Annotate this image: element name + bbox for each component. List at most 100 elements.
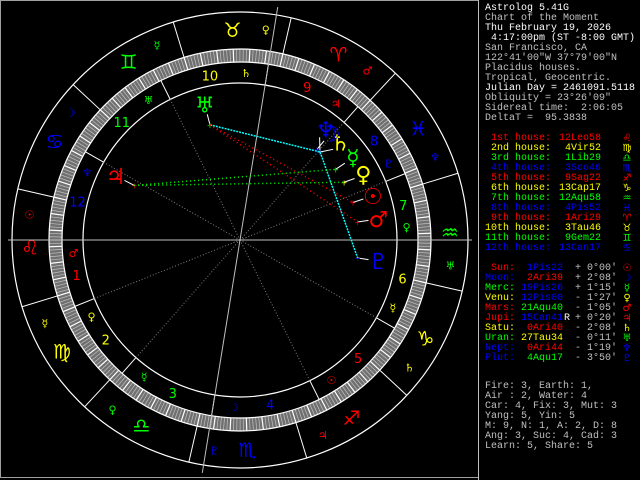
house-cusp-line xyxy=(85,152,103,162)
planet-exact-marker: + xyxy=(354,254,361,263)
delta-t: DeltaT = 95.3838 xyxy=(485,114,587,124)
info-panel: Astrolog 5.41G Chart of the Moment Thu F… xyxy=(478,0,640,480)
planet-exact-marker: + xyxy=(350,198,357,207)
planet-row-pluto: Plut: 4Aqu17 - 3°50' ♇ xyxy=(479,354,639,364)
chart-wheel[interactable]: ♈♂♉♀♊☿♋☽♌☉♍☿♎♀♏♇♐♃♑♄♒♅♓♆1♂2♀3☿4☽5☉6☿7♀8♇… xyxy=(0,0,478,480)
house-cusp-line xyxy=(310,381,319,400)
planet-exact-marker: + xyxy=(314,145,321,154)
moon-icon: ☽ xyxy=(321,122,341,147)
aspect-line-trine xyxy=(134,182,344,185)
sign-1-icon: ♉ xyxy=(224,18,242,42)
house-ruler-icon: ♆ xyxy=(82,167,92,180)
house-cusp-ray xyxy=(94,240,240,299)
house-cusp-ray xyxy=(136,240,240,358)
sign-ruler-icon: ☿ xyxy=(42,317,49,330)
house-number: 12 xyxy=(69,195,86,210)
house-ruler-icon: ♄ xyxy=(241,67,251,80)
pluto-icon: ♇ xyxy=(369,250,389,275)
sign-glyph-icon: ♋ xyxy=(621,244,633,254)
sign-boundary xyxy=(73,85,100,110)
degree-tick xyxy=(249,49,250,62)
house-number: 4 xyxy=(266,398,274,413)
house-ruler-icon: ☽ xyxy=(229,401,239,414)
sign-3-icon: ♋ xyxy=(46,130,64,154)
sign-boundary xyxy=(380,370,407,395)
sign-10-icon: ♒ xyxy=(441,221,459,245)
sign-boundary xyxy=(85,380,110,407)
house-number: 11 xyxy=(114,116,131,131)
degree-tick xyxy=(49,230,62,231)
planet-position: 4Aqu17 xyxy=(521,354,563,364)
sign-7-icon: ♏ xyxy=(238,438,256,462)
house-number: 9 xyxy=(303,81,311,96)
sign-boundary xyxy=(370,73,395,100)
house-cusp-ray xyxy=(170,99,240,240)
house-ruler-icon: ♂ xyxy=(69,247,79,260)
house-ruler-icon: ♀ xyxy=(87,310,95,323)
sign-ruler-icon: ♅ xyxy=(445,260,455,273)
sign-ruler-icon: ♂ xyxy=(363,65,373,78)
house-number: 8 xyxy=(370,135,378,150)
planet-latitude: - 3°50' xyxy=(575,354,617,364)
sign-boundary xyxy=(423,173,458,184)
sign-boundary xyxy=(296,423,307,458)
sign-6-icon: ♎ xyxy=(133,413,151,437)
sign-ruler-icon: ♆ xyxy=(430,151,440,164)
house-number: 3 xyxy=(169,387,177,402)
sign-ruler-icon: ♇ xyxy=(209,444,219,457)
house-cusp-line xyxy=(386,174,405,182)
house-ruler-icon: ♃ xyxy=(331,97,341,110)
sign-ruler-icon: ☿ xyxy=(154,39,161,52)
planet-exact-marker: + xyxy=(131,181,138,190)
sign-ruler-icon: ♀ xyxy=(108,403,116,416)
planet-name: Plut: xyxy=(485,354,515,364)
house-label: 12th house: xyxy=(485,244,551,254)
mars-icon: ♂ xyxy=(369,208,389,233)
house-ruler-icon: ♀ xyxy=(402,221,410,234)
sign-2-icon: ♊ xyxy=(120,50,138,74)
planet-exact-marker: + xyxy=(332,165,339,174)
sign-0-icon: ♈ xyxy=(330,43,348,67)
degree-tick xyxy=(418,249,431,250)
degree-tick xyxy=(230,418,231,431)
house-ruler-icon: ☿ xyxy=(389,301,396,314)
sign-boundary xyxy=(173,22,184,57)
sign-ruler-icon: ♃ xyxy=(318,429,328,442)
sign-4-icon: ♌ xyxy=(21,235,39,259)
astrolog-window: ♈♂♉♀♊☿♋☽♌☉♍☿♎♀♏♇♐♃♑♄♒♅♓♆1♂2♀3☿4☽5☉6☿7♀8♇… xyxy=(0,0,640,480)
sign-ruler-icon: ♀ xyxy=(262,24,270,37)
sign-boundary xyxy=(426,283,462,291)
house-number: 6 xyxy=(398,273,406,288)
aspect-line-sextile xyxy=(210,125,320,152)
house-number: 7 xyxy=(399,199,407,214)
house-number: 1 xyxy=(73,269,81,284)
planet-exact-marker: + xyxy=(354,218,361,227)
house-cusp-value: 13Can17 xyxy=(551,244,601,254)
sign-boundary xyxy=(283,18,291,54)
house-cusp-ray xyxy=(240,240,310,381)
sign-5-icon: ♍ xyxy=(53,339,71,363)
jupiter-icon: ♃ xyxy=(106,165,126,190)
sign-ruler-icon: ☽ xyxy=(66,107,76,120)
sign-8-icon: ♐ xyxy=(342,406,360,430)
planet-exact-marker: + xyxy=(341,178,348,187)
house-cusp-line xyxy=(344,107,358,123)
house-cusp-line xyxy=(75,299,94,307)
sign-boundary xyxy=(189,426,197,462)
house-ruler-icon: ♅ xyxy=(144,94,154,107)
sun-icon: ☉ xyxy=(363,185,383,210)
sign-11-icon: ♓ xyxy=(409,117,427,141)
house-ruler-icon: ☉ xyxy=(326,374,336,387)
sign-boundary xyxy=(18,189,54,197)
house-number: 2 xyxy=(102,333,110,348)
house-ruler-icon: ♇ xyxy=(384,158,394,171)
sign-boundary xyxy=(22,296,57,307)
house-ruler-icon: ☿ xyxy=(141,371,148,384)
house-cusp-line xyxy=(161,81,170,100)
pluto-glyph-icon: ♇ xyxy=(621,354,633,364)
stat-line: Learn: 5, Share: 5 xyxy=(485,442,593,452)
house-cusp-line xyxy=(376,318,394,328)
sign-ruler-icon: ☉ xyxy=(25,208,35,221)
house-row: 12th house:13Can17 ♋ xyxy=(479,244,639,254)
house-number: 5 xyxy=(354,352,362,367)
